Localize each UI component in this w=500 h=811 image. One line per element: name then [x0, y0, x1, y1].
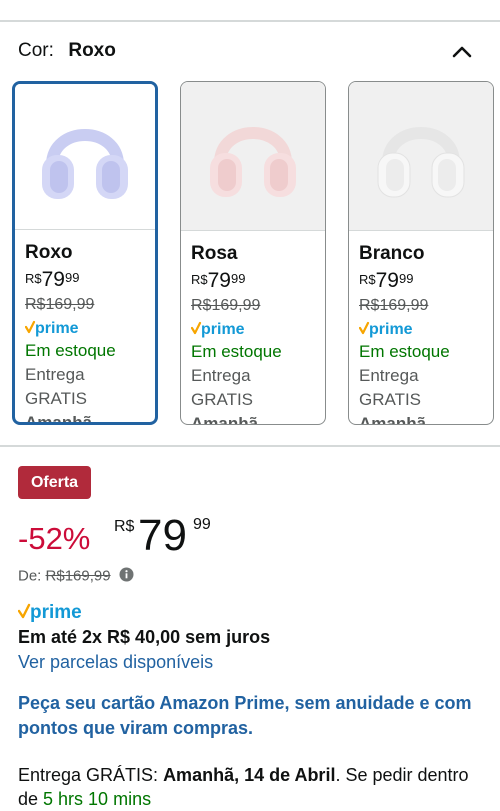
price-currency: R$: [25, 271, 42, 286]
installments-text: Em até 2x R$ 40,00 sem juros: [18, 627, 271, 647]
was-label: De:: [18, 567, 42, 585]
headphones-image: [377, 127, 465, 198]
variant-price: R$7999: [191, 269, 315, 293]
variant-delivery-day: Amanhã: [359, 414, 427, 425]
variant-stock: Em estoque: [359, 342, 450, 361]
price-whole: 79: [207, 269, 231, 292]
headphones-image: [42, 129, 128, 199]
variant-name: Rosa: [191, 243, 238, 264]
variant-delivery-day: Amanhã: [25, 413, 93, 425]
was-price-row: De: R$169,99: [18, 567, 134, 586]
variant-delivery: Entrega GRATIS: [25, 365, 88, 408]
prime-text: prime: [35, 320, 79, 337]
variant-price: R$7999: [359, 269, 483, 293]
price-whole: 79: [138, 511, 187, 560]
main-price: -52% R$ 79 99: [18, 511, 318, 561]
shipping-info: Entrega GRÁTIS: Amanhã, 14 de Abril. Se …: [18, 763, 488, 811]
prime-logo-icon: prime: [17, 601, 88, 628]
chevron-up-icon[interactable]: [448, 38, 476, 66]
price-currency: R$: [114, 518, 135, 535]
price-fraction: 99: [64, 270, 80, 285]
prime-logo-icon: prime: [190, 320, 315, 340]
was-price: R$169,99: [45, 567, 111, 585]
variant-list-price: R$169,99: [359, 297, 429, 314]
prime-logo-icon: prime: [358, 320, 483, 340]
variant-card-rosa[interactable]: Rosa R$7999 R$169,99 prime Em estoque En…: [180, 81, 326, 425]
color-selected-value: Roxo: [68, 40, 116, 61]
info-icon[interactable]: [119, 567, 134, 586]
variant-list-price: R$169,99: [191, 297, 261, 314]
prime-text: prime: [201, 321, 245, 338]
price-fraction: 99: [230, 271, 246, 286]
variant-delivery: Entrega GRATIS: [359, 366, 422, 409]
product-image: [181, 82, 325, 230]
variant-name: Roxo: [25, 242, 73, 263]
product-image: [349, 82, 493, 230]
discount-percent: -52%: [18, 521, 91, 556]
shipping-prefix: Entrega GRÁTIS:: [18, 765, 164, 785]
installments-link[interactable]: Ver parcelas disponíveis: [18, 652, 213, 673]
variant-list-price: R$169,99: [25, 296, 95, 313]
prime-logo-icon: prime: [24, 319, 145, 339]
variant-stock: Em estoque: [25, 341, 116, 360]
color-selector-header[interactable]: Cor: Roxo: [18, 40, 484, 64]
product-image: [15, 84, 155, 232]
variant-delivery-day: Amanhã: [191, 414, 259, 425]
color-label: Cor:: [18, 40, 54, 61]
offer-badge: Oferta: [18, 466, 91, 499]
prime-text: prime: [369, 321, 413, 338]
price-fraction: 99: [398, 271, 414, 286]
price-fraction: 99: [193, 516, 211, 533]
price-whole: 79: [41, 268, 65, 291]
top-divider: [0, 0, 500, 22]
price-currency: R$: [191, 272, 208, 287]
variant-stock: Em estoque: [191, 342, 282, 361]
variant-card-roxo[interactable]: Roxo R$7999 R$169,99 prime Em estoque En…: [12, 81, 158, 425]
variant-name: Branco: [359, 243, 425, 264]
headphones-image: [210, 127, 296, 197]
variant-card-branco[interactable]: Branco R$7999 R$169,99 prime Em estoque …: [348, 81, 494, 425]
shipping-countdown: 5 hrs 10 mins: [43, 789, 152, 809]
price-whole: 79: [375, 269, 399, 292]
color-variant-list: Roxo R$7999 R$169,99 prime Em estoque En…: [12, 81, 500, 427]
prime-text: prime: [30, 602, 82, 623]
shipping-date: Amanhã, 14 de Abril: [163, 765, 336, 785]
prime-card-promo-link[interactable]: Peça seu cartão Amazon Prime, sem anuida…: [18, 691, 488, 741]
variant-price: R$7999: [25, 268, 145, 292]
section-divider: [0, 445, 500, 447]
variant-delivery: Entrega GRATIS: [191, 366, 254, 409]
price-currency: R$: [359, 272, 376, 287]
